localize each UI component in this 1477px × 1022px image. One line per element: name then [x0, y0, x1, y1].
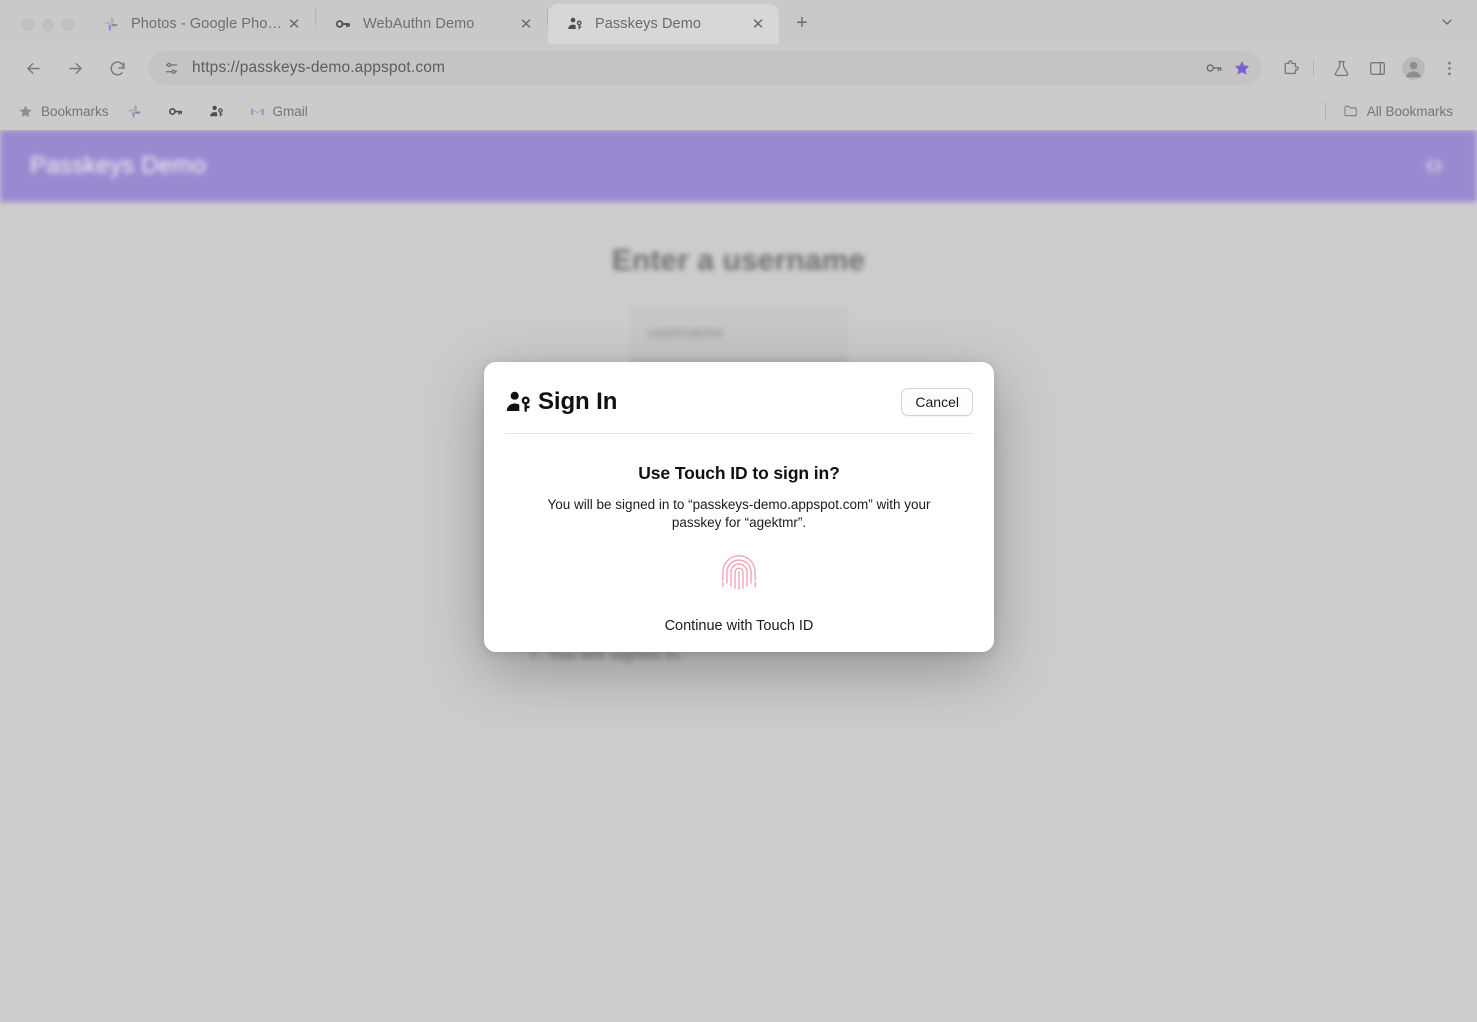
- forward-button[interactable]: [58, 51, 92, 85]
- side-panel-icon[interactable]: [1361, 52, 1393, 84]
- tab-photos-google-photos[interactable]: Photos - Google Photos ✕: [84, 4, 315, 44]
- modal-overlay: Sign In Cancel Use Touch ID to sign in? …: [0, 0, 1477, 1022]
- star-icon[interactable]: [1228, 54, 1256, 82]
- tab-webauthn-demo[interactable]: WebAuthn Demo ✕: [316, 4, 547, 44]
- bookmarks-divider: [1324, 102, 1326, 120]
- labs-flask-icon[interactable]: [1325, 52, 1357, 84]
- reload-button[interactable]: [100, 51, 134, 85]
- dialog-body: Use Touch ID to sign in? You will be sig…: [484, 434, 994, 652]
- back-button[interactable]: [16, 51, 50, 85]
- star-icon: [17, 103, 34, 120]
- dialog-description: You will be signed in to “passkeys-demo.…: [547, 497, 931, 530]
- window-minimize-button[interactable]: [42, 19, 54, 31]
- extensions-icon[interactable]: [1274, 52, 1306, 84]
- bookmark-label: Gmail: [272, 103, 308, 119]
- close-icon[interactable]: ✕: [747, 13, 769, 35]
- all-bookmarks-button[interactable]: All Bookmarks: [1336, 98, 1460, 124]
- tab-title: WebAuthn Demo: [363, 16, 475, 32]
- bookmark-label: Bookmarks: [41, 103, 109, 119]
- browser-chrome: Photos - Google Photos ✕ WebAuthn Demo ✕: [0, 0, 1477, 130]
- tabs-container: Photos - Google Photos ✕ WebAuthn Demo ✕: [84, 0, 779, 44]
- tab-title: Passkeys Demo: [595, 16, 702, 32]
- address-bar-url[interactable]: https://passkeys-demo.appspot.com: [192, 59, 1200, 77]
- passkey-person-icon: [208, 103, 225, 120]
- key-icon: [334, 15, 352, 33]
- bookmark-item-webauthn[interactable]: [160, 98, 198, 124]
- site-settings-icon[interactable]: [158, 55, 184, 81]
- dialog-title-group: Sign In: [505, 388, 617, 416]
- chevron-down-icon[interactable]: [1433, 8, 1461, 36]
- passkey-person-icon: [505, 389, 532, 416]
- cancel-button[interactable]: Cancel: [901, 388, 973, 416]
- address-bar[interactable]: https://passkeys-demo.appspot.com: [148, 51, 1262, 85]
- bookmark-item-gmail[interactable]: Gmail: [242, 98, 315, 124]
- touch-id-sign-in-dialog: Sign In Cancel Use Touch ID to sign in? …: [484, 362, 994, 652]
- key-icon: [167, 103, 184, 120]
- folder-icon: [1343, 103, 1360, 120]
- profile-avatar[interactable]: [1397, 52, 1429, 84]
- dialog-prompt: Use Touch ID to sign in?: [638, 463, 840, 483]
- window-close-button[interactable]: [22, 19, 34, 31]
- fingerprint-icon[interactable]: [714, 547, 764, 602]
- close-icon[interactable]: ✕: [515, 13, 537, 35]
- bookmark-item-photos[interactable]: [119, 98, 157, 124]
- dialog-header: Sign In Cancel: [484, 362, 994, 424]
- window-traffic-lights: [0, 19, 84, 44]
- bookmark-item-bookmarks[interactable]: Bookmarks: [10, 98, 116, 124]
- dialog-footer-text: Continue with Touch ID: [664, 618, 814, 634]
- bookmark-item-passkeys[interactable]: [201, 98, 239, 124]
- tab-title: Photos - Google Photos: [131, 16, 283, 32]
- dialog-title: Sign In: [538, 388, 618, 415]
- toolbar-divider: [1313, 59, 1314, 77]
- chrome-menu-icon[interactable]: [1433, 52, 1465, 84]
- passkey-save-icon[interactable]: [1200, 54, 1228, 82]
- gmail-icon: [249, 103, 266, 120]
- tab-passkeys-demo[interactable]: Passkeys Demo ✕: [548, 4, 779, 44]
- browser-toolbar-icons: [1270, 52, 1465, 84]
- passkey-person-icon: [566, 15, 584, 33]
- tab-strip: Photos - Google Photos ✕ WebAuthn Demo ✕: [0, 0, 1477, 44]
- window-maximize-button[interactable]: [62, 19, 74, 31]
- photos-icon: [102, 15, 120, 33]
- screen-root: Photos - Google Photos ✕ WebAuthn Demo ✕: [0, 0, 1477, 1022]
- bookmarks-bar: Bookmarks Gmail All Bookmarks: [0, 92, 1477, 130]
- photos-pinwheel-icon: [126, 103, 143, 120]
- all-bookmarks-label: All Bookmarks: [1366, 103, 1453, 119]
- navigation-toolbar: https://passkeys-demo.appspot.com: [0, 44, 1477, 92]
- close-icon[interactable]: ✕: [283, 13, 305, 35]
- new-tab-button[interactable]: +: [787, 8, 817, 38]
- all-bookmarks-group: All Bookmarks: [1321, 98, 1463, 124]
